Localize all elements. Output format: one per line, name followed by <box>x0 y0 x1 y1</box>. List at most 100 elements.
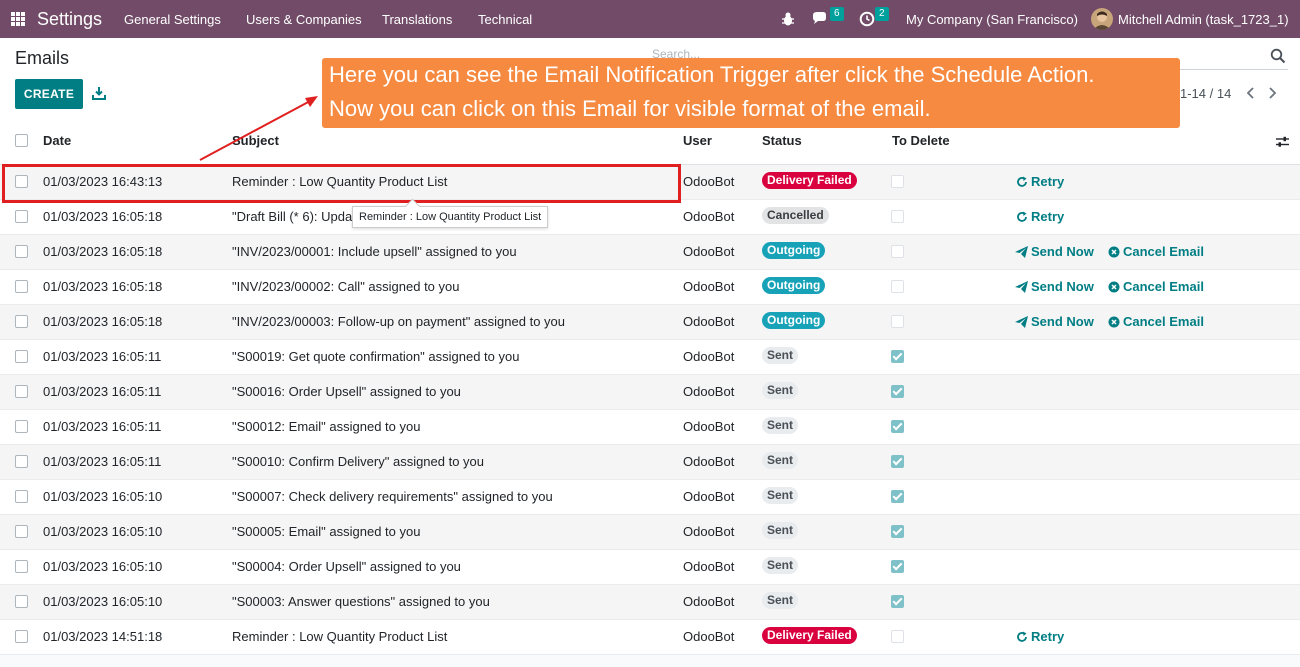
row-user: OdooBot <box>683 489 735 504</box>
table-row[interactable]: 01/03/2023 16:05:10 "S00007: Check delive… <box>0 480 1300 515</box>
sliders-icon[interactable] <box>1276 135 1289 148</box>
user-menu[interactable]: Mitchell Admin (task_1723_1) <box>1118 12 1289 27</box>
row-subject: "INV/2023/00002: Call" assigned to you <box>232 279 460 294</box>
send-now-button[interactable]: Send Now <box>1015 314 1094 329</box>
row-user: OdooBot <box>683 419 735 434</box>
menu-technical[interactable]: Technical <box>478 12 532 27</box>
activities-badge: 2 <box>875 7 889 21</box>
row-user: OdooBot <box>683 209 735 224</box>
row-date: 01/03/2023 16:05:10 <box>43 489 163 504</box>
select-all-checkbox[interactable] <box>15 134 28 147</box>
apps-grid-icon[interactable] <box>11 12 25 26</box>
status-badge: Sent <box>762 347 799 364</box>
row-subject: "S00004: Order Upsell" assigned to you <box>232 559 461 574</box>
company-switcher[interactable]: My Company (San Francisco) <box>906 12 1078 27</box>
times-circle-icon <box>1108 281 1120 293</box>
pager-value[interactable]: 1-14 / 14 <box>1180 86 1231 101</box>
column-status[interactable]: Status <box>762 133 802 148</box>
chevron-right-icon[interactable] <box>1266 86 1278 100</box>
subject-tooltip: Reminder : Low Quantity Product List <box>352 206 549 228</box>
table-row[interactable]: 01/03/2023 16:05:11 "S00019: Get quote co… <box>0 340 1300 375</box>
retry-button[interactable]: Retry <box>1016 174 1064 189</box>
status-badge: Cancelled <box>762 207 829 224</box>
row-select-checkbox[interactable] <box>15 455 28 468</box>
times-circle-icon <box>1108 246 1120 258</box>
table-row[interactable]: 01/03/2023 16:05:11 "S00010: Confirm Deli… <box>0 445 1300 480</box>
bug-icon[interactable] <box>780 11 796 27</box>
send-now-button[interactable]: Send Now <box>1015 279 1094 294</box>
create-button[interactable]: CREATE <box>15 79 83 109</box>
row-user: OdooBot <box>683 524 735 539</box>
table-row[interactable]: 01/03/2023 16:05:18 "INV/2023/00003: Foll… <box>0 305 1300 340</box>
cancel-email-button[interactable]: Cancel Email <box>1108 279 1204 294</box>
row-date: 01/03/2023 16:05:11 <box>43 349 162 364</box>
retry-button[interactable]: Retry <box>1016 629 1064 644</box>
user-avatar[interactable] <box>1091 8 1113 30</box>
row-subject: "S00012: Email" assigned to you <box>232 419 421 434</box>
download-icon[interactable] <box>92 86 106 100</box>
row-subject: "Draft Bill (* 6): Upda <box>232 209 353 224</box>
row-user: OdooBot <box>683 279 735 294</box>
row-subject: "S00010: Confirm Delivery" assigned to y… <box>232 454 485 469</box>
table-row[interactable]: 01/03/2023 16:05:18 "INV/2023/00002: Call… <box>0 270 1300 305</box>
row-subject: "S00007: Check delivery requirements" as… <box>232 489 553 504</box>
row-select-checkbox[interactable] <box>15 245 28 258</box>
retry-button[interactable]: Retry <box>1016 209 1064 224</box>
table-row[interactable]: 01/03/2023 16:05:18 "Draft Bill (* 6): Up… <box>0 200 1300 235</box>
table-row[interactable]: 01/03/2023 16:05:11 "S00012: Email" assig… <box>0 410 1300 445</box>
menu-translations[interactable]: Translations <box>382 12 452 27</box>
row-select-checkbox[interactable] <box>15 630 28 643</box>
action-label: Send Now <box>1031 279 1094 294</box>
column-date[interactable]: Date <box>43 133 71 148</box>
table-row[interactable]: 01/03/2023 16:05:11 "S00016: Order Upsell… <box>0 375 1300 410</box>
table-body: 01/03/2023 16:43:13 Reminder : Low Quanti… <box>0 165 1300 655</box>
chevron-left-icon[interactable] <box>1245 86 1257 100</box>
row-select-checkbox[interactable] <box>15 280 28 293</box>
column-to-delete[interactable]: To Delete <box>892 133 950 148</box>
row-date: 01/03/2023 16:05:18 <box>43 209 163 224</box>
column-subject[interactable]: Subject <box>232 133 279 148</box>
menu-general-settings[interactable]: General Settings <box>124 12 221 27</box>
app-title[interactable]: Settings <box>37 9 102 30</box>
chat-icon[interactable] <box>812 11 828 27</box>
search-icon[interactable] <box>1270 48 1286 64</box>
action-label: Cancel Email <box>1123 279 1204 294</box>
menu-users-companies[interactable]: Users & Companies <box>246 12 362 27</box>
row-select-checkbox[interactable] <box>15 595 28 608</box>
row-date: 01/03/2023 16:05:10 <box>43 559 163 574</box>
row-select-checkbox[interactable] <box>15 385 28 398</box>
table-row[interactable]: 01/03/2023 16:05:18 "INV/2023/00001: Incl… <box>0 235 1300 270</box>
status-badge: Sent <box>762 452 799 469</box>
to-delete-checkbox <box>891 315 904 328</box>
row-select-checkbox[interactable] <box>15 490 28 503</box>
paper-plane-icon <box>1015 316 1028 328</box>
cancel-email-button[interactable]: Cancel Email <box>1108 244 1204 259</box>
row-subject: "S00005: Email" assigned to you <box>232 524 421 539</box>
send-now-button[interactable]: Send Now <box>1015 244 1094 259</box>
row-select-checkbox[interactable] <box>15 315 28 328</box>
row-select-checkbox[interactable] <box>15 350 28 363</box>
cancel-email-button[interactable]: Cancel Email <box>1108 314 1204 329</box>
page-title: Emails <box>15 48 70 68</box>
row-select-checkbox[interactable] <box>15 525 28 538</box>
retry-icon <box>1017 631 1027 642</box>
row-user: OdooBot <box>683 629 735 644</box>
table-row[interactable]: 01/03/2023 16:05:10 "S00005: Email" assig… <box>0 515 1300 550</box>
to-delete-checkbox <box>891 385 904 398</box>
table-row[interactable]: 01/03/2023 14:51:18 Reminder : Low Quanti… <box>0 620 1300 655</box>
row-date: 01/03/2023 16:05:18 <box>43 279 163 294</box>
row-select-checkbox[interactable] <box>15 420 28 433</box>
status-badge: Outgoing <box>762 312 826 329</box>
status-badge: Sent <box>762 592 799 609</box>
table-row[interactable]: 01/03/2023 16:05:10 "S00004: Order Upsell… <box>0 550 1300 585</box>
row-select-checkbox[interactable] <box>15 210 28 223</box>
to-delete-checkbox <box>891 560 904 573</box>
to-delete-checkbox <box>891 175 904 188</box>
row-subject: "INV/2023/00003: Follow-up on payment" a… <box>232 314 565 329</box>
table-row[interactable]: 01/03/2023 16:05:10 "S00003: Answer quest… <box>0 585 1300 620</box>
column-user[interactable]: User <box>683 133 712 148</box>
row-select-checkbox[interactable] <box>15 560 28 573</box>
to-delete-checkbox <box>891 595 904 608</box>
clock-icon[interactable] <box>859 11 875 27</box>
status-badge: Sent <box>762 487 799 504</box>
